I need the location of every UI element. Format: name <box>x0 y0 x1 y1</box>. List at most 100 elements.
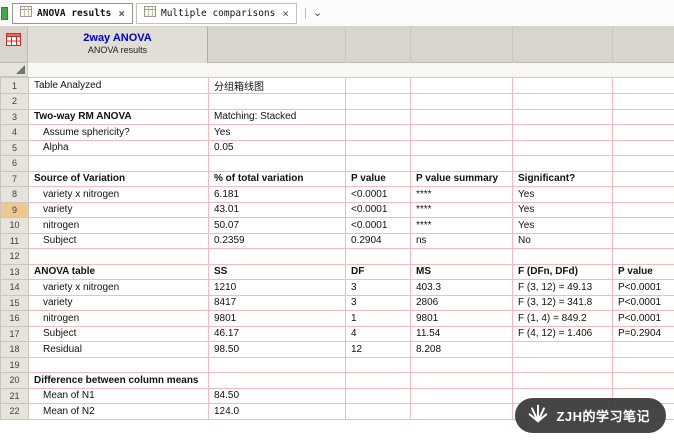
grid-cell[interactable]: 3 <box>345 279 411 296</box>
grid-cell[interactable]: F (3, 12) = 341.8 <box>512 294 613 311</box>
grid-cell[interactable] <box>512 139 613 156</box>
grid-cell[interactable]: **** <box>410 217 513 234</box>
grid-cell[interactable]: MS <box>410 263 513 280</box>
row-number[interactable]: 6 <box>0 155 29 172</box>
grid-cell[interactable]: P<0.0001 <box>612 294 674 311</box>
grid-cell[interactable]: <0.0001 <box>345 186 411 203</box>
row-number[interactable]: 2 <box>0 93 29 110</box>
grid-cell[interactable]: ns <box>410 232 513 249</box>
grid-cell[interactable]: P value <box>345 170 411 187</box>
grid-cell[interactable]: <0.0001 <box>345 217 411 234</box>
grid-cell[interactable] <box>410 77 513 94</box>
grid-cell[interactable] <box>512 155 613 172</box>
tab-multiple-comparisons[interactable]: Multiple comparisons × <box>135 2 297 24</box>
grid-cell[interactable]: 6.181 <box>208 186 346 203</box>
partial-sheet-tab[interactable] <box>1 6 8 20</box>
grid-cell[interactable] <box>410 403 513 420</box>
grid-cell[interactable]: 4 <box>345 325 411 342</box>
grid-cell[interactable] <box>345 356 411 373</box>
grid-cell[interactable]: <0.0001 <box>345 201 411 218</box>
grid-cell[interactable]: 1 <box>345 310 411 327</box>
grid-cell[interactable]: variety x nitrogen <box>28 186 209 203</box>
grid-cell[interactable] <box>612 232 674 249</box>
grid-cell[interactable]: Mean of N1 <box>28 387 209 404</box>
row-number[interactable]: 13 <box>0 263 29 280</box>
grid-cell[interactable] <box>28 155 209 172</box>
grid-cell[interactable]: 2806 <box>410 294 513 311</box>
grid-cell[interactable]: No <box>512 232 613 249</box>
grid-cell[interactable]: 0.05 <box>208 139 346 156</box>
grid-cell[interactable]: 9801 <box>410 310 513 327</box>
grid-cell[interactable] <box>345 387 411 404</box>
grid-cell[interactable]: **** <box>410 201 513 218</box>
grid-cell[interactable] <box>345 248 411 265</box>
grid-cell[interactable]: 0.2904 <box>345 232 411 249</box>
row-number[interactable]: 10 <box>0 217 29 234</box>
grid-cell[interactable]: ANOVA table <box>28 263 209 280</box>
close-icon[interactable]: × <box>282 8 289 19</box>
grid-cell[interactable] <box>345 108 411 125</box>
grid-cell[interactable] <box>512 356 613 373</box>
grid-cell[interactable] <box>512 341 613 358</box>
grid-cell[interactable] <box>512 248 613 265</box>
grid-cell[interactable]: 9801 <box>208 310 346 327</box>
grid-cell[interactable]: 11.54 <box>410 325 513 342</box>
grid-cell[interactable] <box>345 403 411 420</box>
grid-cell[interactable]: Matching: Stacked <box>208 108 346 125</box>
grid-cell[interactable]: F (3, 12) = 49.13 <box>512 279 613 296</box>
row-number[interactable]: 1 <box>0 77 29 94</box>
grid-cell[interactable] <box>28 248 209 265</box>
grid-cell[interactable]: Table Analyzed <box>28 77 209 94</box>
grid-cell[interactable]: 43.01 <box>208 201 346 218</box>
grid-cell[interactable]: Yes <box>208 124 346 141</box>
grid-cell[interactable]: Difference between column means <box>28 372 209 389</box>
grid-cell[interactable]: **** <box>410 186 513 203</box>
grid-cell[interactable]: 8417 <box>208 294 346 311</box>
grid-cell[interactable] <box>345 93 411 110</box>
grid-cell[interactable]: variety <box>28 294 209 311</box>
grid-cell[interactable] <box>28 356 209 373</box>
grid-cell[interactable] <box>208 356 346 373</box>
grid-cell[interactable]: 3 <box>345 294 411 311</box>
grid-cell[interactable] <box>410 124 513 141</box>
grid-cell[interactable]: variety x nitrogen <box>28 279 209 296</box>
grid-cell[interactable] <box>345 155 411 172</box>
grid-cell[interactable]: Significant? <box>512 170 613 187</box>
grid-cell[interactable] <box>512 93 613 110</box>
row-number[interactable]: 20 <box>0 372 29 389</box>
grid-cell[interactable] <box>612 139 674 156</box>
grid-cell[interactable]: Yes <box>512 217 613 234</box>
grid-cell[interactable] <box>512 108 613 125</box>
grid-cell[interactable]: 1210 <box>208 279 346 296</box>
row-number[interactable]: 3 <box>0 108 29 125</box>
grid-cell[interactable]: Alpha <box>28 139 209 156</box>
grid-cell[interactable] <box>612 170 674 187</box>
grid-cell[interactable] <box>612 356 674 373</box>
grid-cell[interactable] <box>612 124 674 141</box>
select-all-corner[interactable] <box>0 63 28 77</box>
row-number[interactable]: 12 <box>0 248 29 265</box>
grid-cell[interactable] <box>612 341 674 358</box>
grid-cell[interactable]: Assume sphericity? <box>28 124 209 141</box>
row-number[interactable]: 16 <box>0 310 29 327</box>
close-icon[interactable]: × <box>118 8 125 19</box>
grid-cell[interactable] <box>410 93 513 110</box>
row-number[interactable]: 21 <box>0 387 29 404</box>
grid-cell[interactable] <box>208 155 346 172</box>
grid-cell[interactable] <box>612 248 674 265</box>
grid-cell[interactable]: Subject <box>28 325 209 342</box>
row-number[interactable]: 14 <box>0 279 29 296</box>
grid-cell[interactable]: 8.208 <box>410 341 513 358</box>
chevron-down-icon[interactable]: ⌄ <box>313 7 322 19</box>
grid-cell[interactable] <box>512 124 613 141</box>
red-table-icon[interactable] <box>6 33 21 51</box>
grid-cell[interactable] <box>208 93 346 110</box>
grid-cell[interactable]: 分组箱线图 <box>208 77 346 94</box>
grid-cell[interactable]: F (1, 4) = 849.2 <box>512 310 613 327</box>
grid-cell[interactable] <box>410 108 513 125</box>
grid-cell[interactable] <box>612 77 674 94</box>
grid-cell[interactable]: P=0.2904 <box>612 325 674 342</box>
grid-cell[interactable] <box>410 248 513 265</box>
row-number[interactable]: 18 <box>0 341 29 358</box>
row-number[interactable]: 11 <box>0 232 29 249</box>
